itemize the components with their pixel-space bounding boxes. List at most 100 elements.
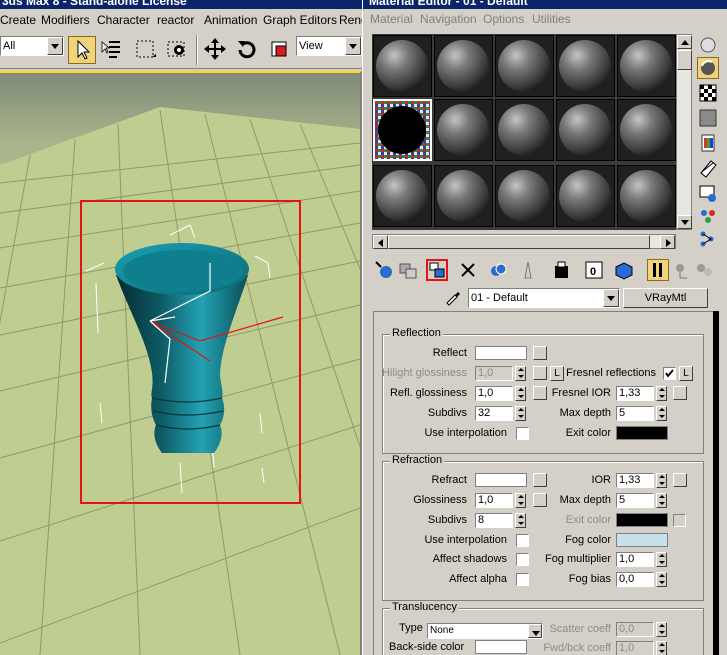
affect-shadows-checkbox[interactable] [516, 553, 529, 566]
show-map-in-viewport-button[interactable] [613, 259, 635, 281]
menu-create[interactable]: Create [0, 13, 36, 27]
select-by-name-button[interactable] [98, 36, 126, 64]
spinner-arrows-icon[interactable] [515, 366, 526, 381]
select-object-button[interactable] [68, 36, 96, 64]
fresnel-ior-spinner[interactable]: 1,33 [616, 386, 668, 401]
material-map-navigator-button[interactable] [697, 228, 719, 250]
sample-slot[interactable] [617, 35, 676, 97]
reference-coordinate-dropdown[interactable]: View [296, 36, 362, 56]
spinner-arrows-icon[interactable] [656, 386, 667, 401]
menu-modifiers[interactable]: Modifiers [41, 13, 90, 27]
scatter-coeff-spinner[interactable]: 0,0 [616, 622, 668, 637]
reflection-max-depth-spinner[interactable]: 5 [616, 406, 668, 421]
scroll-thumb[interactable] [388, 235, 650, 249]
make-preview-button[interactable] [697, 157, 719, 179]
show-end-result-button[interactable] [647, 259, 669, 281]
sample-slot[interactable] [434, 35, 493, 97]
sample-slot[interactable] [495, 165, 554, 227]
material-type-button[interactable]: VRayMtl [623, 288, 708, 308]
refract-map-button[interactable] [533, 473, 547, 487]
spinner-arrows-icon[interactable] [656, 473, 667, 488]
make-material-copy-button[interactable] [487, 259, 509, 281]
refraction-max-depth-spinner[interactable]: 5 [616, 493, 668, 508]
sample-type-button[interactable] [697, 34, 719, 56]
reset-map-button[interactable] [457, 259, 479, 281]
parameters-scrollbar[interactable] [713, 311, 719, 655]
get-material-button[interactable] [373, 259, 395, 281]
sample-slots-horizontal-scrollbar[interactable] [372, 234, 676, 249]
fresnel-reflections-checkbox[interactable] [663, 367, 676, 380]
sample-slot[interactable] [617, 99, 676, 161]
translucency-type-dropdown[interactable]: None [427, 623, 543, 639]
ior-map-button[interactable] [673, 473, 687, 487]
material-effects-channel-button[interactable]: 0 [583, 259, 605, 281]
material-name-field[interactable]: 01 - Default [468, 288, 620, 308]
select-and-move-button[interactable] [202, 36, 230, 64]
fresnel-lock-button[interactable]: L [679, 366, 693, 381]
rectangular-selection-button[interactable] [132, 36, 160, 64]
refraction-subdivs-spinner[interactable]: 8 [475, 513, 527, 528]
reflection-exit-color-swatch[interactable] [616, 426, 668, 440]
spinner-arrows-icon[interactable] [515, 493, 526, 508]
sample-slot[interactable] [373, 35, 432, 97]
sample-slot[interactable] [495, 35, 554, 97]
scroll-down-arrow-icon[interactable] [677, 215, 692, 229]
spinner-arrows-icon[interactable] [656, 493, 667, 508]
hilight-glossiness-spinner[interactable]: 1,0 [475, 366, 527, 381]
fog-bias-spinner[interactable]: 0,0 [616, 572, 668, 587]
refraction-exit-color-checkbox[interactable] [673, 514, 686, 527]
scroll-left-arrow-icon[interactable] [373, 235, 388, 249]
hilight-lock-button[interactable]: L [550, 366, 564, 381]
menu-utilities[interactable]: Utilities [532, 12, 571, 26]
pick-material-eyedropper-icon[interactable] [443, 287, 463, 307]
reflect-map-button[interactable] [533, 346, 547, 360]
window-crossing-button[interactable] [164, 36, 192, 64]
spinner-arrows-icon[interactable] [656, 641, 667, 655]
go-forward-to-sibling-button[interactable] [693, 259, 715, 281]
spinner-arrows-icon[interactable] [656, 406, 667, 421]
menu-rendering[interactable]: Rend [339, 13, 362, 27]
sample-slot[interactable] [617, 165, 676, 227]
refraction-exit-color-swatch[interactable] [616, 513, 668, 527]
menu-navigation[interactable]: Navigation [420, 12, 477, 26]
hilight-glossiness-map-button[interactable] [533, 366, 547, 380]
menu-options[interactable]: Options [483, 12, 524, 26]
scroll-up-arrow-icon[interactable] [677, 35, 692, 49]
go-to-parent-button[interactable] [671, 259, 693, 281]
sample-slot[interactable] [556, 99, 615, 161]
select-and-rotate-button[interactable] [234, 36, 262, 64]
refraction-glossiness-map-button[interactable] [533, 493, 547, 507]
menu-graph-editors[interactable]: Graph Editors [263, 13, 337, 27]
affect-alpha-checkbox[interactable] [516, 573, 529, 586]
select-by-material-button[interactable] [697, 205, 719, 227]
refract-color-swatch[interactable] [475, 473, 527, 487]
refl-glossiness-map-button[interactable] [533, 386, 547, 400]
select-and-scale-button[interactable] [266, 36, 294, 64]
selection-filter-dropdown[interactable]: All [0, 36, 64, 56]
spinner-arrows-icon[interactable] [515, 513, 526, 528]
assign-material-to-selection-button[interactable] [426, 259, 448, 281]
refraction-glossiness-spinner[interactable]: 1,0 [475, 493, 527, 508]
fwd-bck-coeff-spinner[interactable]: 1,0 [616, 641, 668, 655]
put-to-library-button[interactable] [551, 259, 573, 281]
spinner-arrows-icon[interactable] [656, 552, 667, 567]
refraction-use-interpolation-checkbox[interactable] [516, 534, 529, 547]
put-material-to-scene-button[interactable] [397, 259, 419, 281]
sample-slot[interactable] [495, 99, 554, 161]
sample-slot[interactable] [434, 99, 493, 161]
backlight-button[interactable] [697, 57, 719, 79]
menu-material[interactable]: Material [370, 12, 413, 26]
scroll-thumb[interactable] [677, 50, 692, 70]
sample-slot[interactable] [434, 165, 493, 227]
sample-slot[interactable] [373, 165, 432, 227]
make-unique-button[interactable] [517, 259, 539, 281]
perspective-viewport[interactable] [0, 70, 362, 655]
menu-character[interactable]: Character [97, 13, 150, 27]
video-color-check-button[interactable] [697, 132, 719, 154]
fog-color-swatch[interactable] [616, 533, 668, 547]
sample-uv-tiling-button[interactable] [697, 107, 719, 129]
reflection-use-interpolation-checkbox[interactable] [516, 427, 529, 440]
sample-slots-vertical-scrollbar[interactable] [676, 34, 692, 230]
sample-slot-active[interactable] [373, 99, 432, 161]
fresnel-ior-map-button[interactable] [673, 386, 687, 400]
